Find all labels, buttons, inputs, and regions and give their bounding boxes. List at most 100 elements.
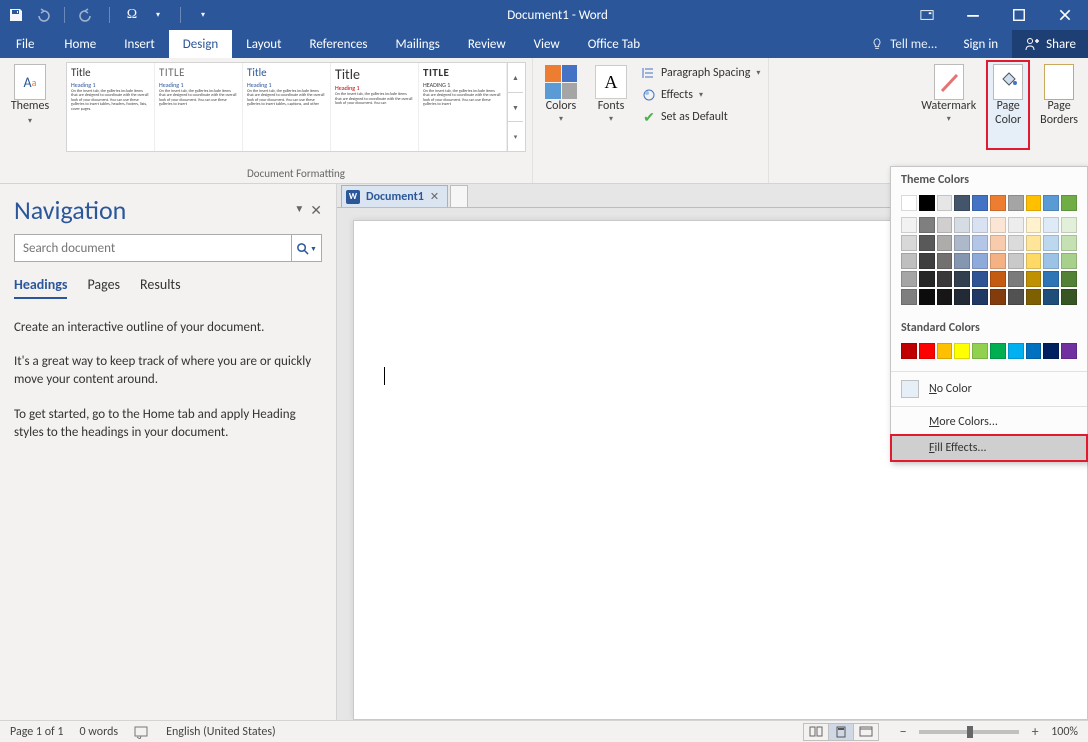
qat-customize-icon[interactable]: ▾ xyxy=(195,7,211,23)
style-set-item[interactable]: TitleHeading 1On the Insert tab, the gal… xyxy=(331,63,419,151)
color-swatch[interactable] xyxy=(937,217,953,233)
status-words[interactable]: 0 words xyxy=(80,725,119,739)
gallery-expand-icon[interactable]: ▾ xyxy=(508,122,523,151)
nav-search[interactable]: ▼ xyxy=(14,234,322,262)
effects-button[interactable]: Effects▾ xyxy=(639,86,762,104)
document-tab[interactable]: W Document1 ✕ xyxy=(341,185,448,207)
color-swatch[interactable] xyxy=(1026,343,1042,359)
color-swatch[interactable] xyxy=(1026,253,1042,269)
color-swatch[interactable] xyxy=(954,289,970,305)
color-swatch[interactable] xyxy=(1026,289,1042,305)
colors-button[interactable]: Colors ▾ xyxy=(539,60,583,150)
style-set-item[interactable]: TitleHeading 1On the Insert tab, the gal… xyxy=(243,63,331,151)
close-button[interactable] xyxy=(1042,0,1088,30)
page-color-button[interactable]: Page Color xyxy=(986,60,1030,150)
color-swatch[interactable] xyxy=(1043,253,1059,269)
color-swatch[interactable] xyxy=(919,271,935,287)
undo-icon[interactable] xyxy=(34,7,50,23)
color-swatch[interactable] xyxy=(954,253,970,269)
color-swatch[interactable] xyxy=(901,195,917,211)
zoom-slider[interactable] xyxy=(919,730,1019,734)
color-swatch[interactable] xyxy=(1061,271,1077,287)
color-swatch[interactable] xyxy=(1043,289,1059,305)
no-color-item[interactable]: No Color xyxy=(891,374,1087,404)
color-swatch[interactable] xyxy=(937,271,953,287)
tab-layout[interactable]: Layout xyxy=(232,30,295,58)
color-swatch[interactable] xyxy=(954,343,970,359)
color-swatch[interactable] xyxy=(1043,235,1059,251)
color-swatch[interactable] xyxy=(990,253,1006,269)
read-mode-button[interactable] xyxy=(803,723,829,741)
color-swatch[interactable] xyxy=(972,289,988,305)
nav-tab-pages[interactable]: Pages xyxy=(87,276,120,299)
tell-me-search[interactable]: Tell me... xyxy=(858,30,949,58)
zoom-in-button[interactable]: + xyxy=(1027,723,1043,740)
color-swatch[interactable] xyxy=(1043,217,1059,233)
set-as-default-button[interactable]: ✔Set as Default xyxy=(639,108,762,126)
color-swatch[interactable] xyxy=(1061,289,1077,305)
tab-mailings[interactable]: Mailings xyxy=(382,30,454,58)
color-swatch[interactable] xyxy=(1061,253,1077,269)
omega-icon[interactable]: Ω xyxy=(124,7,140,23)
new-tab-button[interactable] xyxy=(450,185,468,207)
color-swatch[interactable] xyxy=(1043,343,1059,359)
color-swatch[interactable] xyxy=(1061,343,1077,359)
color-swatch[interactable] xyxy=(919,343,935,359)
zoom-level[interactable]: 100% xyxy=(1051,725,1078,739)
search-button[interactable]: ▼ xyxy=(291,235,321,261)
web-layout-button[interactable] xyxy=(853,723,879,741)
status-language[interactable]: English (United States) xyxy=(166,725,276,739)
tab-office-tab[interactable]: Office Tab xyxy=(574,30,654,58)
color-swatch[interactable] xyxy=(919,253,935,269)
minimize-button[interactable] xyxy=(950,0,996,30)
fill-effects-item[interactable]: Fill Effects... xyxy=(891,435,1087,461)
color-swatch[interactable] xyxy=(919,235,935,251)
fonts-button[interactable]: A Fonts ▾ xyxy=(589,60,633,150)
color-swatch[interactable] xyxy=(1043,195,1059,211)
style-set-item[interactable]: TITLEHeading 1On the Insert tab, the gal… xyxy=(155,63,243,151)
zoom-out-button[interactable]: − xyxy=(895,723,911,740)
color-swatch[interactable] xyxy=(1008,217,1024,233)
chevron-up-icon[interactable]: ▲ xyxy=(508,63,523,93)
color-swatch[interactable] xyxy=(954,271,970,287)
style-set-item[interactable]: TitleHeading 1On the Insert tab, the gal… xyxy=(67,63,155,151)
tab-insert[interactable]: Insert xyxy=(110,30,169,58)
style-set-item[interactable]: TITLEHEADING 1On the Insert tab, the gal… xyxy=(419,63,507,151)
color-swatch[interactable] xyxy=(954,195,970,211)
tab-view[interactable]: View xyxy=(520,30,574,58)
color-swatch[interactable] xyxy=(1008,235,1024,251)
color-swatch[interactable] xyxy=(901,343,917,359)
color-swatch[interactable] xyxy=(990,343,1006,359)
ribbon-display-icon[interactable] xyxy=(904,0,950,30)
color-swatch[interactable] xyxy=(1008,253,1024,269)
qat-dropdown-icon[interactable]: ▾ xyxy=(150,7,166,23)
color-swatch[interactable] xyxy=(919,195,935,211)
tab-file[interactable]: File xyxy=(0,30,50,58)
color-swatch[interactable] xyxy=(901,271,917,287)
redo-icon[interactable] xyxy=(79,7,95,23)
color-swatch[interactable] xyxy=(1061,235,1077,251)
color-swatch[interactable] xyxy=(937,235,953,251)
color-swatch[interactable] xyxy=(901,217,917,233)
color-swatch[interactable] xyxy=(919,289,935,305)
color-swatch[interactable] xyxy=(1026,195,1042,211)
color-swatch[interactable] xyxy=(901,289,917,305)
color-swatch[interactable] xyxy=(1043,271,1059,287)
color-swatch[interactable] xyxy=(1061,217,1077,233)
share-button[interactable]: Share xyxy=(1012,30,1088,58)
color-swatch[interactable] xyxy=(1061,195,1077,211)
color-swatch[interactable] xyxy=(990,195,1006,211)
nav-tab-headings[interactable]: Headings xyxy=(14,276,67,299)
color-swatch[interactable] xyxy=(972,217,988,233)
color-swatch[interactable] xyxy=(1026,217,1042,233)
zoom-thumb[interactable] xyxy=(967,726,973,738)
color-swatch[interactable] xyxy=(1026,271,1042,287)
save-icon[interactable] xyxy=(8,7,24,23)
nav-close-icon[interactable]: ✕ xyxy=(310,202,322,219)
more-colors-item[interactable]: More Colors... xyxy=(891,409,1087,435)
color-swatch[interactable] xyxy=(901,235,917,251)
color-swatch[interactable] xyxy=(972,253,988,269)
color-swatch[interactable] xyxy=(954,235,970,251)
nav-options-icon[interactable]: ▼ xyxy=(294,202,304,219)
color-swatch[interactable] xyxy=(937,289,953,305)
